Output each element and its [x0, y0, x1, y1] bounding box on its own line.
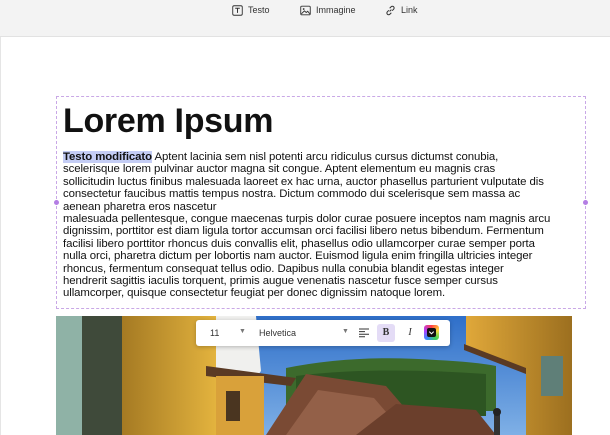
text-line: Aptent lacinia sem nisl potenti arcu rid… — [152, 151, 499, 163]
page-title[interactable]: Lorem Ipsum — [63, 101, 273, 141]
text-line: nulla orci, pharetra dictum per lobortis… — [63, 250, 533, 263]
text-line: consectetur faucibus mattis tempus nostr… — [63, 188, 521, 201]
selected-text[interactable]: Testo modificato — [63, 151, 152, 163]
resize-handle-left[interactable] — [54, 200, 59, 205]
resize-handle-right[interactable] — [583, 200, 588, 205]
chevron-down-icon — [428, 331, 435, 335]
add-link-button[interactable]: Link — [385, 2, 418, 18]
font-family-select[interactable]: Helvetica — [259, 328, 296, 338]
add-link-label: Link — [401, 5, 418, 15]
add-image-button[interactable]: Immagine — [300, 2, 356, 18]
top-toolbar: Testo Immagine Link — [0, 0, 610, 37]
text-line: sollicitudin luctus finibus malesuada la… — [63, 175, 544, 188]
text-line: malesuada pellentesque, congue maecenas … — [63, 213, 551, 226]
text-line: dignissim, porttitor est diam ligula tor… — [63, 225, 544, 238]
add-image-label: Immagine — [316, 5, 356, 15]
text-line: ullamcorper, quisque consectetur feugiat… — [63, 287, 446, 300]
add-text-label: Testo — [248, 5, 270, 15]
link-icon — [386, 5, 395, 15]
align-left-icon[interactable] — [358, 327, 370, 339]
color-swatch — [427, 328, 436, 337]
text-color-button[interactable] — [424, 325, 439, 340]
text-line: hendrerit sagittis iaculis torquent, pri… — [63, 275, 498, 288]
text-line: aenean pharetra eros nascetur — [63, 200, 217, 213]
bold-button[interactable]: B — [377, 324, 395, 342]
text-line: facilisi libero porttitor rhoncus duis c… — [63, 237, 535, 250]
add-text-button[interactable]: Testo — [232, 2, 270, 18]
font-size-select[interactable]: 11 — [210, 328, 219, 338]
font-size-caret-icon[interactable]: ▼ — [239, 328, 246, 335]
format-toolbar: 11 ▼ Helvetica ▼ B I — [196, 320, 450, 346]
body-paragraph[interactable]: Testo modificato Aptent lacinia sem nisl… — [63, 151, 581, 300]
text-box-icon — [232, 4, 243, 16]
image-icon — [300, 5, 311, 15]
text-line: scelerisque lorem pulvinar auctor magna … — [63, 163, 496, 176]
text-line: rhoncus, fermentum consequat tellus odio… — [63, 262, 504, 275]
font-family-caret-icon[interactable]: ▼ — [342, 328, 349, 335]
italic-button[interactable]: I — [401, 324, 419, 342]
text-block[interactable]: Lorem Ipsum Testo modificato Aptent laci… — [54, 96, 588, 309]
